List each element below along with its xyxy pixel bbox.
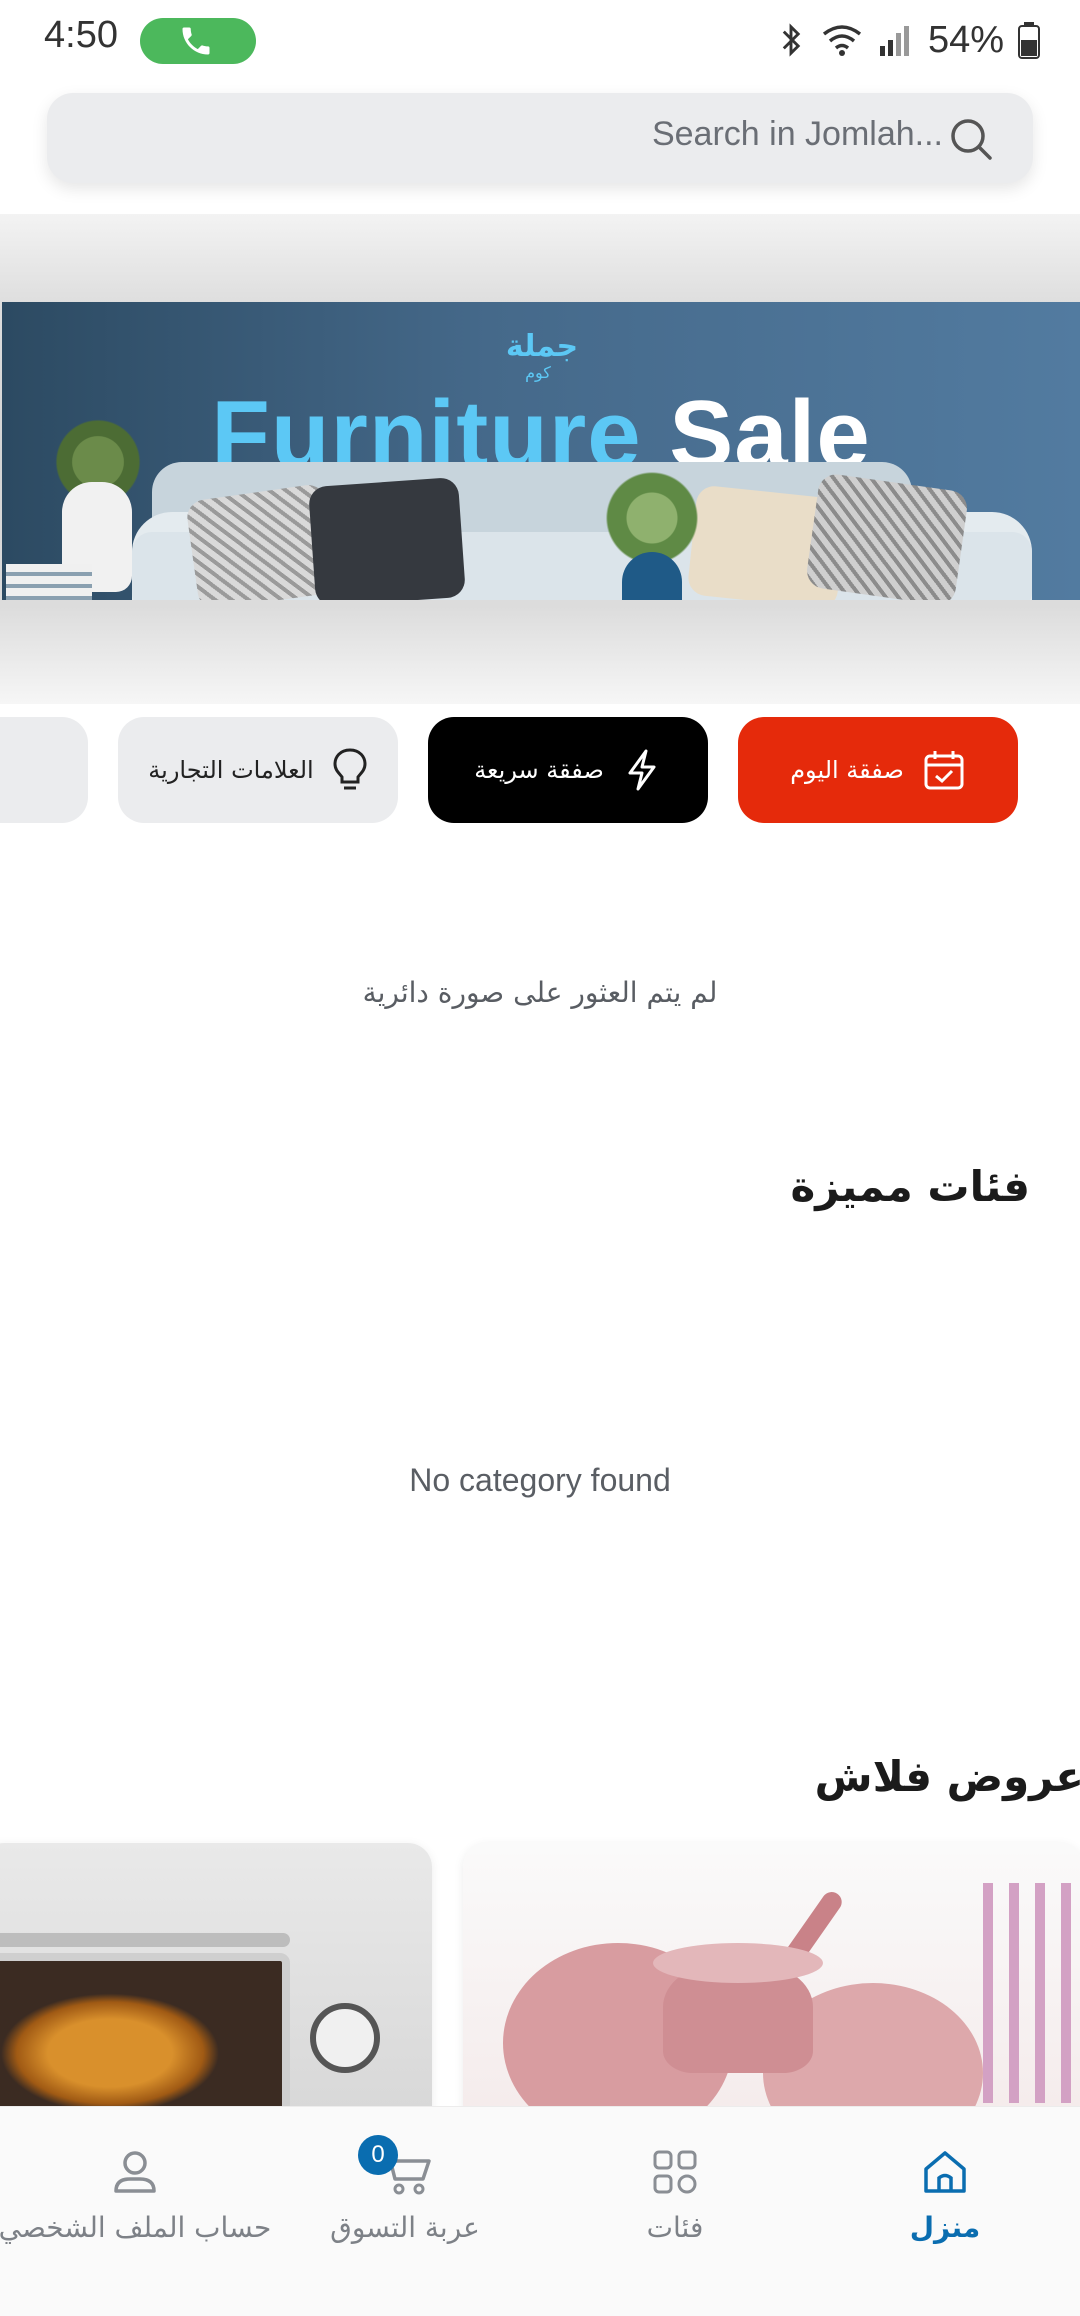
lightning-icon [628, 749, 656, 791]
nav-cart[interactable]: 0 عربة التسوق [310, 2107, 500, 2316]
wifi-icon [822, 25, 862, 56]
premium-chip[interactable] [0, 717, 88, 823]
lightbulb-icon [333, 748, 367, 790]
search-icon[interactable] [947, 115, 995, 163]
status-time: 4:50 [44, 14, 118, 56]
featured-categories-title: فئات مميزة [790, 1162, 1030, 1211]
battery-percentage: 54% [927, 18, 1004, 61]
promo-banner[interactable]: جملة كوم Furniture Sale [2, 302, 1080, 600]
banner-pillow [307, 476, 467, 600]
bluetooth-icon [782, 23, 801, 57]
flash-deal-product-card[interactable] [0, 1843, 432, 2143]
product-image-oven [0, 1993, 220, 2113]
search-placeholder[interactable]: Search in Jomlah... [652, 115, 943, 154]
nav-profile-label: حساب الملف الشخصي [0, 2211, 272, 2244]
slider-empty-message: لم يتم العثور على صورة دائرية [362, 976, 718, 1009]
quick-links-row: صفقة اليوم صفقة سريعة العلامات التجارية [0, 717, 1080, 823]
brands-label: العلامات التجارية [148, 756, 314, 784]
phone-call-icon [182, 27, 210, 55]
nav-categories[interactable]: فئات [590, 2107, 760, 2316]
deal-of-the-day-label: صفقة اليوم [790, 756, 904, 784]
search-bar[interactable]: Search in Jomlah... [47, 93, 1033, 183]
banner-pillow [804, 472, 970, 600]
signal-icon [879, 26, 909, 56]
cart-count-badge: 0 [358, 2135, 398, 2175]
flash-deals-title: عروض فلاش [814, 1752, 1080, 1801]
product-image-oven [310, 2003, 380, 2073]
deal-of-the-day-chip[interactable]: صفقة اليوم [738, 717, 1018, 823]
nav-categories-label: فئات [646, 2211, 704, 2244]
nav-cart-label: عربة التسوق [330, 2211, 480, 2244]
battery-icon [1018, 22, 1040, 59]
fast-deal-chip[interactable]: صفقة سريعة [428, 717, 708, 823]
nav-profile[interactable]: حساب الملف الشخصي [0, 2107, 272, 2316]
banner-books-decoration [6, 564, 92, 600]
home-screen: 4:50 54% Search in Jomlah... جملة كوم Fu… [0, 0, 1080, 2316]
grid-icon [653, 2150, 697, 2194]
product-image-oven [0, 1933, 290, 1947]
fast-deal-label: صفقة سريعة [474, 756, 604, 784]
ongoing-call-pill[interactable] [140, 18, 256, 64]
brands-chip[interactable]: العلامات التجارية [118, 717, 398, 823]
product-image-cookware [983, 1883, 1080, 2103]
flash-deal-product-card[interactable] [463, 1843, 1080, 2143]
featured-categories-empty-message: No category found [409, 1462, 671, 1498]
status-icons: 54% [776, 16, 1040, 64]
jomlah-logo: جملة كوم [506, 329, 578, 383]
product-image-cookware [653, 1943, 823, 1983]
nav-home-label: منزل [909, 2211, 981, 2244]
svg-text:جملة: جملة [506, 329, 578, 364]
user-icon [114, 2151, 156, 2193]
status-bar: 4:50 54% [0, 0, 1080, 80]
bottom-navigation: منزل فئات 0 عربة التسوق حساب الملف الشخص… [0, 2106, 1080, 2316]
calendar-check-icon [924, 751, 964, 790]
nav-home[interactable]: منزل [860, 2107, 1030, 2316]
home-icon [924, 2151, 966, 2193]
